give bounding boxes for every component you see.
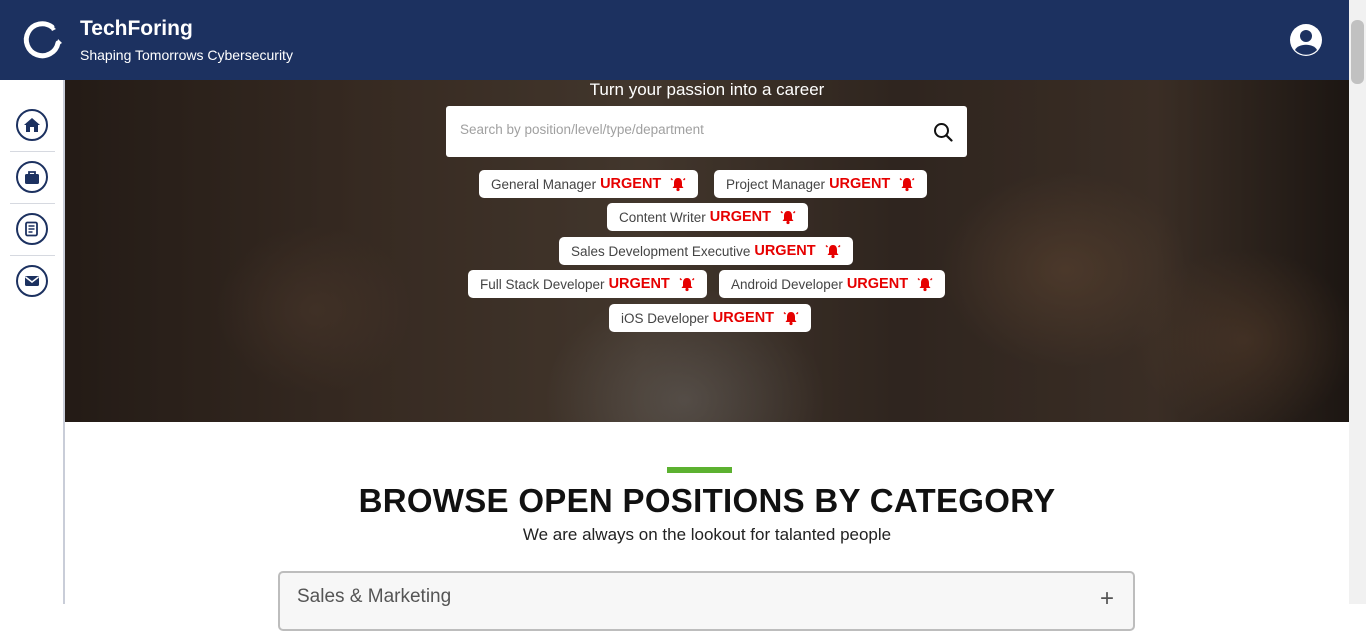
job-title: iOS Developer — [621, 310, 709, 326]
job-chip-sales-development-executive[interactable]: Sales Development Executive URGENT — [559, 237, 853, 265]
top-header: TechForing Shaping Tomorrows Cybersecuri… — [0, 0, 1349, 80]
job-chip-ios-developer[interactable]: iOS Developer URGENT — [609, 304, 812, 332]
document-list-icon — [25, 221, 38, 237]
urgent-label: URGENT — [754, 243, 816, 259]
job-title: Full Stack Developer — [480, 276, 605, 292]
job-chip-general-manager[interactable]: General Manager URGENT — [479, 170, 699, 198]
job-title: Android Developer — [731, 276, 843, 292]
search-bar — [446, 106, 967, 157]
section-title: BROWSE OPEN POSITIONS BY CATEGORY — [358, 482, 1056, 519]
briefcase-icon — [25, 171, 39, 184]
urgent-label: URGENT — [829, 176, 891, 192]
alarm-bell-icon — [825, 245, 841, 259]
category-title: Sales & Marketing — [297, 586, 452, 607]
alarm-bell-icon — [780, 211, 796, 225]
hero-banner: Turn your passion into a career General … — [65, 80, 1349, 422]
sidebar-item-contact[interactable] — [16, 265, 48, 297]
scrollbar-thumb[interactable] — [1351, 20, 1364, 84]
sidebar-divider — [10, 255, 55, 256]
brand-title: TechForing — [80, 17, 193, 40]
urgent-label: URGENT — [608, 276, 670, 292]
section-accent-bar — [667, 467, 732, 473]
sidebar-divider — [10, 151, 55, 152]
hero-tagline: Turn your passion into a career — [589, 80, 825, 99]
expand-plus-icon[interactable]: + — [1100, 585, 1114, 613]
search-icon[interactable] — [933, 122, 953, 142]
job-chip-android-developer[interactable]: Android Developer URGENT — [719, 270, 946, 298]
sidebar-item-jobs[interactable] — [16, 161, 48, 193]
alarm-bell-icon — [679, 278, 695, 292]
job-chip-project-manager[interactable]: Project Manager URGENT — [714, 170, 928, 198]
urgent-label: URGENT — [712, 310, 775, 326]
job-title: Content Writer — [619, 209, 706, 225]
job-title: Project Manager — [726, 176, 826, 192]
alarm-bell-icon — [783, 312, 799, 326]
sidebar-divider — [10, 203, 55, 204]
category-accordion-sales-marketing[interactable]: Sales & Marketing + — [278, 571, 1135, 631]
urgent-label: URGENT — [600, 176, 662, 192]
urgent-label: URGENT — [709, 209, 772, 225]
urgent-label: URGENT — [846, 276, 909, 292]
alarm-bell-icon — [899, 178, 915, 192]
dragon-ring-logo-icon[interactable] — [22, 19, 64, 61]
page-scrollbar[interactable] — [1349, 0, 1366, 604]
alarm-bell-icon — [917, 278, 933, 292]
sidebar — [0, 80, 65, 604]
job-chip-full-stack-developer[interactable]: Full Stack Developer URGENT — [468, 270, 707, 298]
search-input[interactable] — [460, 122, 900, 137]
job-title: General Manager — [491, 176, 597, 192]
home-icon — [24, 118, 40, 132]
section-subtitle: We are always on the lookout for talante… — [522, 525, 892, 544]
job-chip-content-writer[interactable]: Content Writer URGENT — [607, 203, 809, 231]
job-title: Sales Development Executive — [571, 243, 751, 259]
user-circle-icon[interactable] — [1289, 23, 1323, 57]
sidebar-item-home[interactable] — [16, 109, 48, 141]
brand-subtitle: Shaping Tomorrows Cybersecurity — [80, 47, 293, 63]
sidebar-item-applications[interactable] — [16, 213, 48, 245]
envelope-icon — [25, 276, 39, 286]
alarm-bell-icon — [670, 178, 686, 192]
